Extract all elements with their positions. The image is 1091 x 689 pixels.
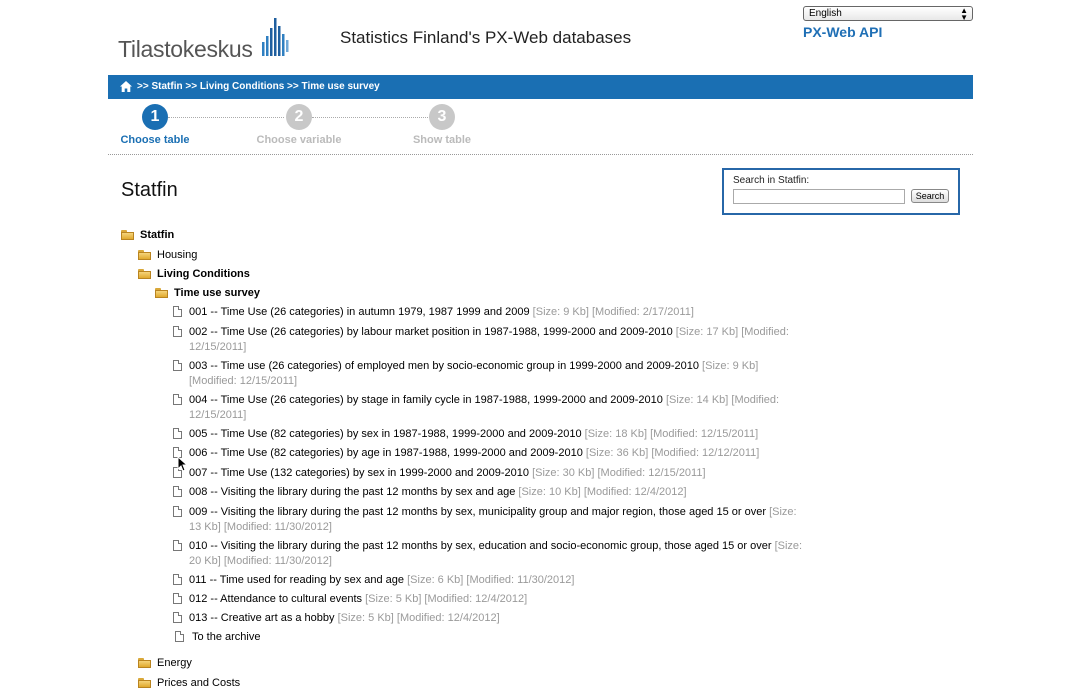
tree-item-housing[interactable]: Housing (157, 249, 197, 261)
folder-icon (155, 288, 168, 298)
table-link-004[interactable]: 004 -- Time Use (26 categories) by stage… (189, 393, 809, 423)
folder-icon (138, 658, 151, 668)
step-number: 2 (286, 104, 312, 130)
language-selected: English (809, 8, 842, 19)
table-link-013[interactable]: 013 -- Creative art as a hobby [Size: 5 … (189, 611, 809, 626)
folder-icon (138, 678, 151, 688)
tree-item-time-use-survey[interactable]: Time use survey (174, 287, 260, 299)
table-link-007[interactable]: 007 -- Time Use (132 categories) by sex … (189, 466, 809, 481)
step-label: Choose table (120, 134, 190, 146)
home-icon[interactable] (120, 81, 132, 92)
step-number: 3 (429, 104, 455, 130)
folder-icon (121, 230, 134, 240)
breadcrumb-time-use-survey[interactable]: Time use survey (302, 81, 380, 92)
step-choose-table[interactable]: 1 Choose table (119, 104, 191, 146)
document-icon (175, 631, 184, 642)
table-link-008[interactable]: 008 -- Visiting the library during the p… (189, 485, 809, 500)
archive-link[interactable]: To the archive (192, 630, 812, 645)
logo-text: Tilastokeskus (118, 36, 253, 62)
document-icon (173, 428, 182, 439)
document-icon (173, 326, 182, 337)
table-link-003[interactable]: 003 -- Time use (26 categories) of emplo… (189, 359, 809, 389)
search-button[interactable]: Search (911, 189, 949, 203)
px-web-api-link[interactable]: PX-Web API (803, 24, 882, 40)
tree-item-energy[interactable]: Energy (157, 657, 192, 669)
step-label: Choose variable (256, 134, 342, 146)
table-link-005[interactable]: 005 -- Time Use (82 categories) by sex i… (189, 427, 809, 442)
table-link-010[interactable]: 010 -- Visiting the library during the p… (189, 539, 809, 569)
document-icon (173, 574, 182, 585)
breadcrumb-sep: >> (287, 81, 299, 92)
folder-icon (138, 269, 151, 279)
document-icon (173, 593, 182, 604)
table-link-012[interactable]: 012 -- Attendance to cultural events [Si… (189, 592, 809, 607)
page-title: Statfin (121, 179, 178, 201)
search-input[interactable] (733, 189, 905, 204)
breadcrumb: >> Statfin >> Living Conditions >> Time … (108, 75, 973, 99)
table-link-009[interactable]: 009 -- Visiting the library during the p… (189, 505, 809, 535)
step-choose-variable: 2 Choose variable (254, 104, 344, 146)
breadcrumb-living-conditions[interactable]: Living Conditions (200, 81, 284, 92)
search-label: Search in Statfin: (733, 175, 810, 186)
tree-item-prices-and-costs[interactable]: Prices and Costs (157, 677, 240, 689)
table-link-002[interactable]: 002 -- Time Use (26 categories) by labou… (189, 325, 809, 355)
table-link-001[interactable]: 001 -- Time Use (26 categories) in autum… (189, 305, 809, 320)
breadcrumb-sep: >> (185, 81, 198, 92)
language-select[interactable]: English ▲ ▼ (803, 6, 973, 22)
table-link-011[interactable]: 011 -- Time used for reading by sex and … (189, 573, 809, 588)
step-show-table: 3 Show table (409, 104, 475, 146)
select-arrows-icon: ▲ ▼ (960, 6, 968, 22)
step-number: 1 (142, 104, 168, 130)
tree-item-living-conditions[interactable]: Living Conditions (157, 268, 250, 280)
logo-bars-icon (262, 18, 289, 56)
document-icon (173, 306, 182, 317)
breadcrumb-statfin[interactable]: Statfin (151, 81, 182, 92)
step-label: Show table (412, 134, 472, 146)
document-icon (173, 506, 182, 517)
search-panel: Search in Statfin: Search (722, 168, 960, 215)
breadcrumb-sep: >> (137, 81, 149, 92)
mouse-cursor-icon (177, 456, 187, 472)
tree-root-statfin[interactable]: Statfin (140, 229, 174, 241)
document-icon (173, 612, 182, 623)
document-icon (173, 486, 182, 497)
document-icon (173, 360, 182, 371)
folder-icon (138, 250, 151, 260)
wizard-steps: 1 Choose table 2 Choose variable 3 Show … (108, 104, 973, 155)
site-title: Statistics Finland's PX-Web databases (340, 28, 632, 47)
document-icon (173, 540, 182, 551)
document-icon (173, 394, 182, 405)
tilastokeskus-logo[interactable]: Tilastokeskus (118, 14, 293, 64)
table-link-006[interactable]: 006 -- Time Use (82 categories) by age i… (189, 446, 809, 461)
